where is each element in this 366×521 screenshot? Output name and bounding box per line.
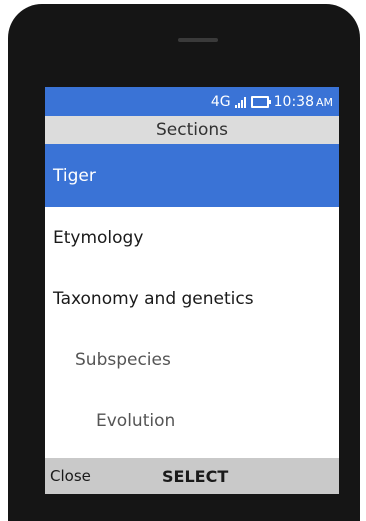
phone-body: 4G 10:38 AM Sections Tiger Etymology Tax… bbox=[8, 4, 360, 521]
earpiece-speaker bbox=[178, 38, 218, 42]
section-item-label: Subspecies bbox=[75, 349, 171, 370]
section-item-evolution[interactable]: Evolution bbox=[45, 390, 339, 451]
page-title: Sections bbox=[45, 116, 339, 144]
network-type: 4G bbox=[210, 93, 231, 110]
select-softkey[interactable]: SELECT bbox=[162, 458, 228, 494]
section-item-label: Taxonomy and genetics bbox=[53, 288, 254, 309]
section-item-label: Tiger bbox=[53, 165, 96, 186]
section-item-label: Evolution bbox=[96, 410, 176, 431]
section-item-tiger[interactable]: Tiger bbox=[45, 144, 339, 207]
signal-icon bbox=[234, 96, 246, 108]
clock-ampm: AM bbox=[315, 96, 333, 109]
softkey-bar: Close SELECT bbox=[45, 458, 339, 494]
battery-icon bbox=[250, 95, 271, 108]
sections-list: Tiger Etymology Taxonomy and genetics Su… bbox=[45, 144, 339, 451]
close-softkey[interactable]: Close bbox=[50, 458, 91, 494]
status-items: 4G 10:38 AM bbox=[211, 87, 333, 116]
section-item-taxonomy-and-genetics[interactable]: Taxonomy and genetics bbox=[45, 268, 339, 329]
section-item-etymology[interactable]: Etymology bbox=[45, 207, 339, 268]
section-item-label: Etymology bbox=[53, 227, 144, 248]
screen: 4G 10:38 AM Sections Tiger Etymology Tax… bbox=[45, 87, 339, 494]
section-item-subspecies[interactable]: Subspecies bbox=[45, 329, 339, 390]
clock-time: 10:38 bbox=[273, 93, 314, 110]
status-bar: 4G 10:38 AM bbox=[45, 87, 339, 116]
